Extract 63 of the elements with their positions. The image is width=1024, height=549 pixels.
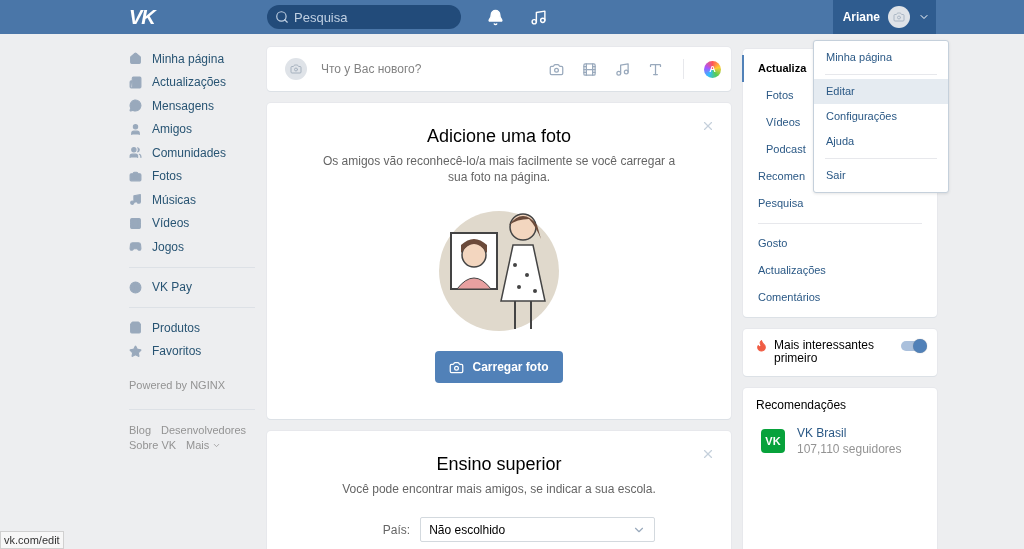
menu-item-icon [129, 240, 142, 254]
community-name[interactable]: VK Brasil [797, 426, 902, 440]
search-field[interactable]: Pesquisa [267, 5, 461, 29]
menu-item-icon [129, 122, 142, 136]
dropdown-item[interactable]: Ajuda [814, 129, 948, 154]
sidebar-item[interactable]: Comunidades [129, 141, 255, 165]
menu-item-icon [129, 75, 142, 89]
menu-item-icon [129, 146, 142, 160]
sidebar-item[interactable]: Fotos [129, 164, 255, 188]
powered-by-text: Powered by NGINX [129, 379, 226, 391]
menu-item-icon [129, 169, 142, 183]
text-format-icon[interactable] [648, 61, 663, 77]
menu-item-icon [129, 99, 142, 113]
sidebar-item[interactable]: Vídeos [129, 211, 255, 235]
camera-icon[interactable] [549, 61, 564, 77]
close-icon[interactable] [701, 447, 715, 461]
music-note-icon[interactable] [530, 8, 547, 26]
card-title: Recomendações [756, 398, 848, 412]
sidebar-item[interactable]: Jogos [129, 235, 255, 259]
news-menu-item[interactable]: Gosto [742, 230, 937, 257]
search-icon [275, 10, 289, 24]
news-menu-item[interactable]: Pesquisa [742, 190, 937, 217]
card-title: Ensino superior [436, 454, 562, 475]
dropdown-item[interactable]: Editar [814, 79, 948, 104]
card-title: Adicione uma foto [426, 126, 572, 147]
menu-item-icon [129, 280, 142, 294]
menu-item-icon [129, 344, 142, 358]
field-label: País: [382, 522, 411, 537]
sidebar-item[interactable]: VK Pay [129, 275, 255, 299]
card-description: Você pode encontrar mais amigos, se indicar a sua escola. [341, 481, 657, 497]
film-icon[interactable] [582, 61, 597, 77]
sidebar-item[interactable]: Produtos [129, 316, 255, 340]
country-select[interactable]: Não escolhido [420, 517, 656, 542]
camera-icon [449, 359, 465, 375]
upload-photo-button[interactable]: Carregar foto [435, 351, 563, 383]
dropdown-item[interactable]: Configurações [814, 104, 948, 129]
menu-item-icon [129, 321, 142, 335]
menu-item-icon [129, 52, 142, 66]
menu-item-icon [129, 193, 142, 207]
follower-count: 107,110 seguidores [797, 442, 902, 456]
news-menu-item[interactable]: Actualizações [742, 257, 937, 284]
bell-icon[interactable] [487, 8, 504, 26]
dropdown-item[interactable]: Minha página [814, 45, 948, 70]
camera-icon [888, 6, 910, 28]
sidebar-item[interactable]: Actualizações [129, 70, 255, 94]
logo[interactable]: VK [129, 5, 267, 29]
news-menu-item[interactable]: Comentários [742, 284, 937, 311]
dropdown-item[interactable]: Sair [814, 163, 948, 188]
sidebar-item[interactable]: Músicas [129, 188, 255, 212]
flame-icon [755, 339, 768, 352]
card-description: Os amigos vão reconhecê-lo/a mais facilmente se você carregar a sua foto na página. [321, 153, 677, 185]
sidebar-item[interactable]: Mensagens [129, 94, 255, 118]
menu-item-icon [129, 216, 142, 230]
music-note-icon[interactable] [615, 61, 630, 77]
close-icon[interactable] [701, 119, 715, 133]
camera-icon [285, 58, 307, 80]
sidebar-item[interactable]: Favoritos [129, 339, 255, 363]
status-bar-url: vk.com/edit [0, 531, 64, 549]
toggle-switch[interactable] [901, 341, 925, 351]
sidebar-item[interactable]: Minha página [129, 47, 255, 71]
toggle-label: Mais interessantes primeiro [774, 339, 876, 365]
sidebar-item[interactable]: Amigos [129, 117, 255, 141]
user-menu-button[interactable]: Ariane [832, 0, 936, 34]
